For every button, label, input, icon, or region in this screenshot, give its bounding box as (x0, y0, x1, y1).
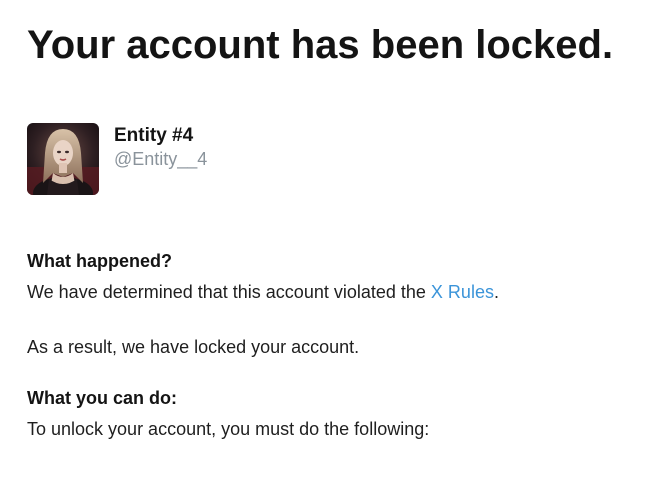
violation-text-suffix: . (493, 282, 499, 302)
account-profile: Entity #4 @Entity__4 (27, 123, 207, 195)
user-avatar-image (27, 123, 99, 195)
page-title: Your account has been locked. (27, 23, 614, 67)
avatar (27, 123, 99, 195)
user-handle: @Entity__4 (114, 149, 208, 169)
unlock-instruction-text: To unlock your account, you must do the … (27, 419, 430, 439)
x-rules-link[interactable]: X Rules (431, 282, 494, 302)
what-you-can-do-heading: What you can do: (27, 388, 177, 408)
what-happened-section: What happened? We have determined that t… (27, 249, 499, 304)
result-text: As a result, we have locked your account… (27, 337, 360, 357)
violation-text-prefix: We have determined that this account vio… (27, 282, 431, 302)
profile-text: Entity #4 @Entity__4 (114, 124, 207, 170)
what-you-can-do-section: What you can do: To unlock your account,… (27, 386, 429, 441)
what-happened-heading: What happened? (27, 251, 172, 271)
violation-text: We have determined that this account vio… (27, 280, 499, 304)
display-name: Entity #4 (114, 125, 194, 146)
